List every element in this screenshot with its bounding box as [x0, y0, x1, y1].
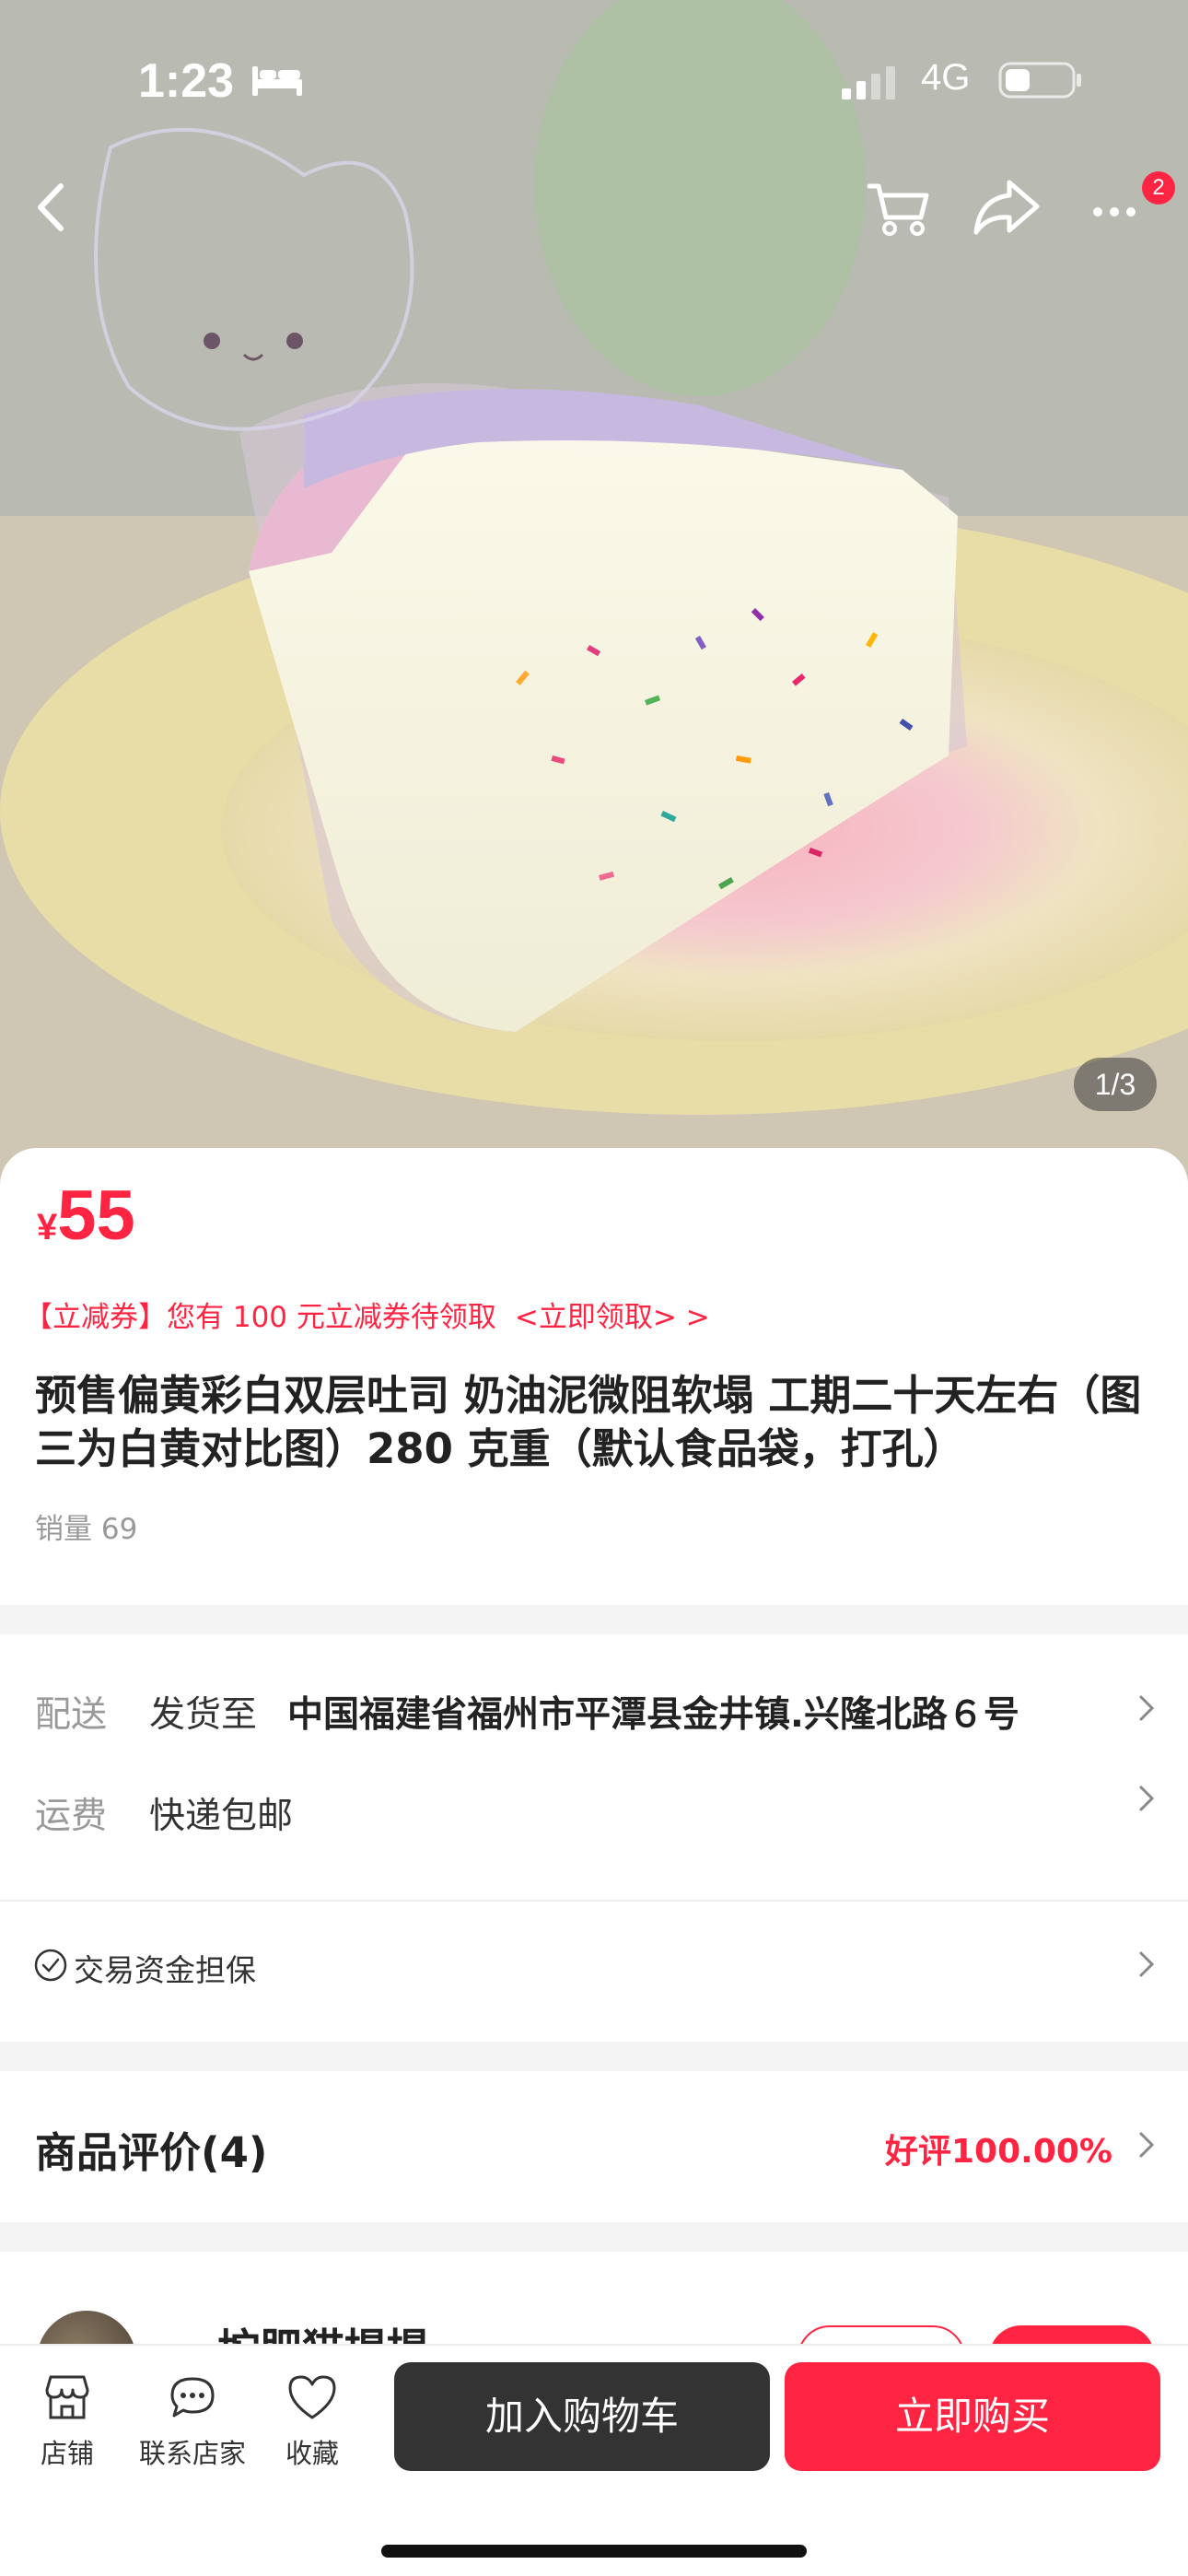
share-icon[interactable] — [965, 166, 1048, 249]
check-circle-icon — [34, 1949, 67, 1982]
network-type: 4G — [921, 57, 971, 98]
chevron-right-icon — [1139, 2132, 1155, 2158]
fee-label: 运费 — [35, 1796, 108, 1837]
chevron-right-icon — [1139, 1951, 1155, 1977]
product-image-gallery[interactable]: 1:23 4G 2 1/3 — [0, 0, 1188, 1188]
chevron-right-icon — [1139, 1786, 1155, 1811]
price-value: 55 — [57, 1177, 135, 1255]
fee-value: 快递包邮 — [149, 1796, 294, 1837]
bottom-action-bar: 店铺 联系店家 收藏 加入购物车 立即购买 — [0, 2344, 1188, 2576]
tab-store-label: 店铺 — [40, 2438, 94, 2469]
cart-icon[interactable] — [856, 166, 939, 249]
product-info-card: ¥55 【立减券】您有 100 元立减券待领取 <立即领取> > 预售偏黄彩白双层… — [0, 1148, 1188, 1605]
status-bar: 1:23 4G — [0, 0, 1188, 157]
divider — [0, 1900, 1188, 1902]
tab-favorite-label: 收藏 — [285, 2438, 339, 2469]
heart-icon — [288, 2375, 336, 2419]
battery-icon — [998, 62, 1081, 99]
product-title: 预售偏黄彩白双层吐司 奶油泥微阻软塌 工期二十天左右（图三为白黄对比图）280 … — [35, 1371, 1142, 1473]
ship-to-label: 发货至 — [149, 1694, 258, 1736]
price: ¥55 — [37, 1176, 135, 1256]
positive-rating: 好评100.00% — [885, 2133, 1112, 2171]
tab-contact-label: 联系店家 — [138, 2438, 246, 2469]
coupon-text: 【立减券】您有 100 元立减券待领取 — [24, 1301, 496, 1334]
add-to-cart-button[interactable]: 加入购物车 — [394, 2362, 770, 2471]
delivery-card: 配送 发货至 中国福建省福州市平潭县金井镇.兴隆北路６号 运费 快递包邮 交易资… — [0, 1634, 1188, 2042]
guarantee-text: 交易资金担保 — [74, 1952, 256, 1988]
currency-symbol: ¥ — [37, 1207, 58, 1247]
claim-coupon-link[interactable]: <立即领取> > — [515, 1301, 710, 1334]
buy-now-button[interactable]: 立即购买 — [785, 2362, 1160, 2471]
shipping-label: 配送 — [35, 1694, 108, 1736]
status-time: 1:23 — [138, 54, 235, 108]
signal-icon — [842, 66, 895, 100]
tab-contact-seller[interactable]: 联系店家 — [133, 2368, 252, 2471]
store-icon — [45, 2375, 89, 2419]
chevron-right-icon — [1139, 1695, 1155, 1721]
reviews-card[interactable]: 商品评价(4) 好评100.00% — [0, 2071, 1188, 2222]
tab-store[interactable]: 店铺 — [7, 2368, 127, 2471]
reviews-title: 商品评价(4) — [35, 2128, 268, 2177]
more-badge: 2 — [1142, 171, 1175, 205]
gallery-pager: 1/3 — [1074, 1058, 1157, 1111]
chat-icon — [170, 2377, 215, 2418]
tab-favorite[interactable]: 收藏 — [252, 2368, 372, 2471]
coupon-banner[interactable]: 【立减券】您有 100 元立减券待领取 <立即领取> > — [24, 1294, 710, 1335]
bed-icon — [252, 66, 302, 96]
home-indicator[interactable] — [381, 2545, 807, 2558]
shipping-address: 中国福建省福州市平潭县金井镇.兴隆北路６号 — [287, 1694, 1019, 1736]
sales-count: 销量 69 — [35, 1513, 138, 1546]
back-icon[interactable] — [9, 166, 92, 249]
